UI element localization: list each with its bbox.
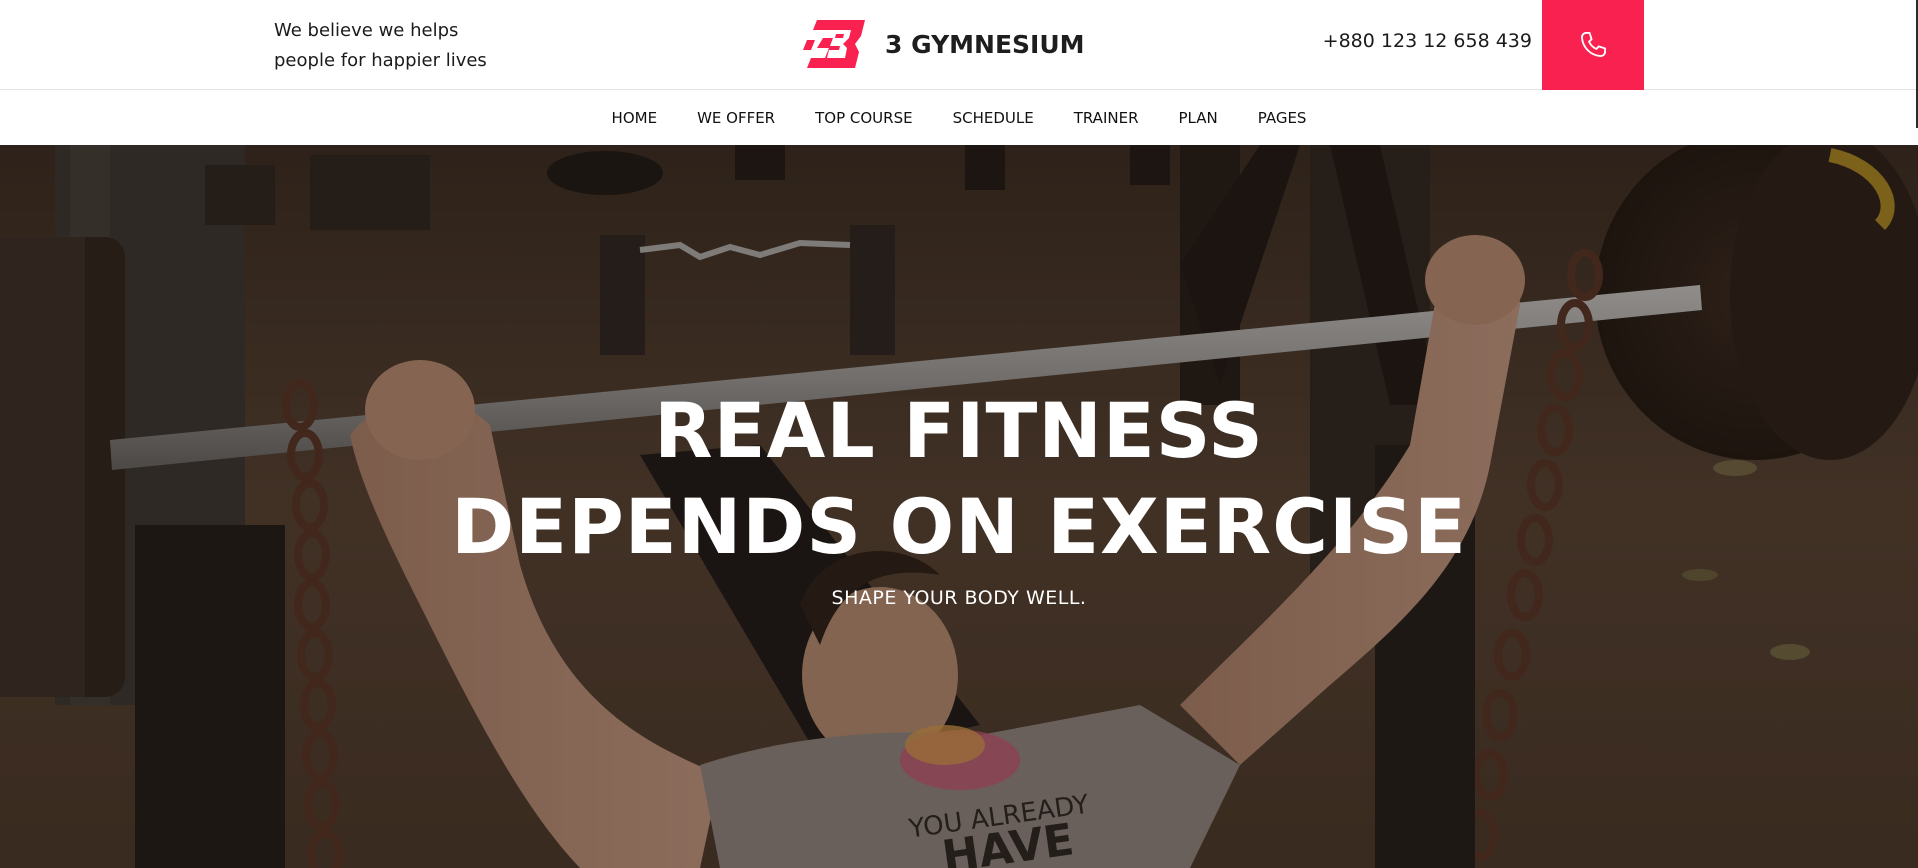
hero-banner: YOU ALREADY HAVE REAL FITNESS DEPENDS ON… xyxy=(0,145,1918,868)
call-button[interactable] xyxy=(1542,0,1644,90)
nav-item-pages[interactable]: PAGES xyxy=(1258,109,1307,127)
nav-item-we-offer[interactable]: WE OFFER xyxy=(697,109,775,127)
header-tagline: We believe we helps people for happier l… xyxy=(274,16,534,76)
hero-subtitle: SHAPE YOUR BODY WELL. xyxy=(831,587,1087,609)
top-header: We believe we helps people for happier l… xyxy=(0,0,1918,90)
tagline-line-1: We believe we helps xyxy=(274,20,459,41)
nav-list: HOME WE OFFER TOP COURSE SCHEDULE TRAINE… xyxy=(0,90,1918,145)
phone-number[interactable]: +880 123 12 658 439 xyxy=(1323,30,1532,52)
tagline-line-2: people for happier lives xyxy=(274,50,487,71)
hero-title-line-2: DEPENDS ON EXERCISE xyxy=(451,482,1467,571)
main-navigation: HOME WE OFFER TOP COURSE SCHEDULE TRAINE… xyxy=(0,90,1918,145)
phone-icon xyxy=(1581,32,1606,57)
nav-item-schedule[interactable]: SCHEDULE xyxy=(953,109,1034,127)
brand-name: 3 GYMNESIUM xyxy=(885,29,1085,59)
nav-item-top-course[interactable]: TOP COURSE xyxy=(815,109,912,127)
nav-item-home[interactable]: HOME xyxy=(612,109,658,127)
nav-item-trainer[interactable]: TRAINER xyxy=(1074,109,1139,127)
hero-title-line-1: REAL FITNESS xyxy=(654,386,1264,475)
nav-item-plan[interactable]: PLAN xyxy=(1179,109,1218,127)
brand-logo[interactable]: 3 GYMNESIUM xyxy=(803,18,1085,70)
hero-title: REAL FITNESS DEPENDS ON EXERCISE xyxy=(0,383,1918,575)
logo-mark-icon xyxy=(803,20,865,68)
